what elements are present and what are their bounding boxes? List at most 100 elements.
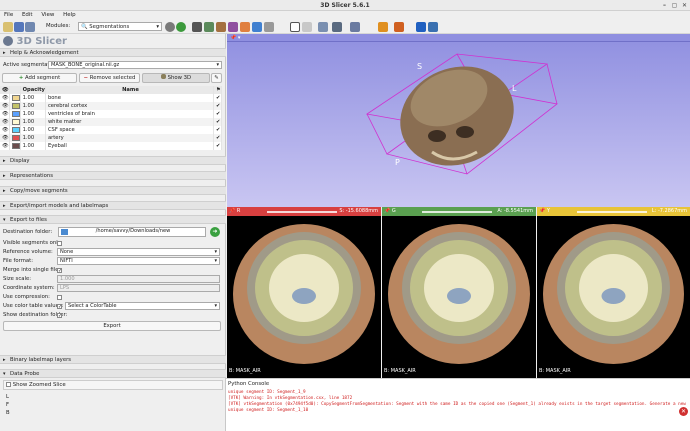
volumes-module-icon[interactable] (204, 22, 214, 32)
segment-row[interactable]: 👁 1.00 CSF space ✔ (0, 126, 222, 134)
reference-volume-select[interactable]: None ▾ (57, 248, 220, 256)
save-icon[interactable] (25, 22, 35, 32)
open-folder-arrow-icon[interactable]: ➜ (210, 227, 220, 237)
layout-icon[interactable] (318, 22, 328, 32)
segment-name[interactable]: bone (45, 94, 215, 102)
error-close-icon[interactable]: ✕ (679, 407, 688, 416)
segment-row[interactable]: 👁 1.00 white matter ✔ (0, 118, 222, 126)
slice-pin-icon[interactable]: 📌 (229, 208, 235, 214)
segment-row[interactable]: 👁 1.00 artery ✔ (0, 134, 222, 142)
edit-pencil-button[interactable]: ✎ (211, 73, 222, 83)
extensions-icon[interactable] (264, 22, 274, 32)
segment-row[interactable]: 👁 1.00 bone ✔ (0, 94, 222, 102)
next-module-icon[interactable] (176, 22, 186, 32)
export-files-section-header[interactable]: ▾ Export to files (0, 215, 226, 224)
eye-icon[interactable]: 👁 (0, 142, 10, 150)
add-data-icon[interactable] (14, 22, 24, 32)
display-section-header[interactable]: ▸ Display (0, 156, 226, 165)
segment-name[interactable]: Eyeball (45, 142, 215, 150)
segment-opacity[interactable]: 1.00 (20, 134, 46, 142)
eye-icon[interactable]: 👁 (0, 118, 10, 126)
python-icon[interactable] (428, 22, 438, 32)
merge-checkbox[interactable]: ✓ (57, 268, 62, 274)
export-import-section-header[interactable]: ▸ Export/import models and labelmaps (0, 201, 226, 210)
slice-controller-bar[interactable]: 📌 G A: -8.5541mm (382, 207, 536, 216)
color-swatch[interactable] (9, 110, 21, 118)
menu-edit[interactable]: Edit (22, 11, 33, 20)
export-button[interactable]: Export (3, 321, 221, 331)
crosshair-icon[interactable] (350, 22, 360, 32)
slice-view[interactable]: B: MASK_AIR (382, 216, 536, 378)
slice-slider[interactable] (577, 211, 647, 213)
segment-name[interactable]: cerebral cortex (45, 102, 215, 110)
destination-folder-field[interactable]: /home/savvy/Downloads/new (58, 227, 206, 237)
markup-place-icon[interactable] (394, 22, 404, 32)
eye-icon[interactable]: 👁 (0, 126, 10, 134)
representations-section-header[interactable]: ▸ Representations (0, 171, 226, 180)
segment-row[interactable]: 👁 1.00 cerebral cortex ✔ (0, 102, 222, 110)
markups-module-icon[interactable] (240, 22, 250, 32)
module-selector[interactable]: 🔍 Segmentations ▾ (78, 22, 162, 31)
color-swatch[interactable] (9, 142, 21, 150)
color-swatch[interactable] (9, 94, 21, 102)
menu-view[interactable]: View (41, 11, 54, 20)
help-section-header[interactable]: ▸ Help & Acknowledgement (0, 48, 226, 57)
binary-layers-section-header[interactable]: ▸ Binary labelmap layers (0, 355, 226, 364)
color-table-checkbox[interactable]: ✓ (57, 304, 62, 310)
3d-view[interactable]: 📌 ▾ S L P (227, 34, 690, 207)
segment-name[interactable]: CSF space (45, 126, 215, 134)
color-table-select[interactable]: Select a ColorTable ▾ (65, 302, 220, 310)
menu-help[interactable]: Help (63, 11, 76, 20)
data-probe-section-header[interactable]: ▾ Data Probe (0, 369, 226, 378)
coordinate-system-select[interactable]: LPS (57, 284, 220, 292)
load-data-icon[interactable] (3, 22, 13, 32)
slice-controller-bar[interactable]: 📌 Y L: -7.2867mm (537, 207, 690, 216)
data-module-icon[interactable] (192, 22, 202, 32)
history-back-icon[interactable] (165, 22, 175, 32)
segment-row[interactable]: 👁 1.00 ventricles of brain ✔ (0, 110, 222, 118)
segment-name[interactable]: artery (45, 134, 215, 142)
eye-icon[interactable]: 👁 (0, 94, 10, 102)
show-zoomed-checkbox[interactable] (6, 382, 11, 387)
view-options-icon[interactable] (332, 22, 342, 32)
models-module-icon[interactable] (216, 22, 226, 32)
segment-opacity[interactable]: 1.00 (20, 142, 46, 150)
transforms-module-icon[interactable] (228, 22, 238, 32)
slice-view[interactable]: B: MASK_AIR (537, 216, 690, 378)
minimize-icon[interactable]: – (660, 1, 669, 10)
eye-icon[interactable]: 👁 (0, 110, 10, 118)
slice-slider[interactable] (267, 211, 337, 213)
segment-opacity[interactable]: 1.00 (20, 102, 46, 110)
segment-row[interactable]: 👁 1.00 Eyeball ✔ (0, 142, 222, 150)
eye-icon[interactable]: 👁 (0, 134, 10, 142)
compression-checkbox[interactable] (57, 295, 62, 300)
eye-icon[interactable]: 👁 (0, 102, 10, 110)
file-format-select[interactable]: NIFTI ▾ (57, 257, 220, 265)
segment-opacity[interactable]: 1.00 (20, 126, 46, 134)
color-swatch[interactable] (9, 102, 21, 110)
add-segment-button[interactable]: + Add segment (2, 73, 77, 83)
visible-only-checkbox[interactable] (57, 241, 62, 246)
slice-controller-bar[interactable]: 📌 R S: -15.6088mm (227, 207, 381, 216)
slice-pin-icon[interactable]: 📌 (384, 208, 390, 214)
maximize-icon[interactable]: ▢ (670, 1, 679, 10)
fiducial-icon[interactable] (378, 22, 388, 32)
python-console[interactable]: Python Console unique segment ID: Segmen… (226, 378, 690, 431)
extension-manager-icon[interactable] (416, 22, 426, 32)
color-swatch[interactable] (9, 126, 21, 134)
copy-move-section-header[interactable]: ▸ Copy/move segments (0, 186, 226, 195)
show-3d-button[interactable]: Show 3D (142, 73, 210, 83)
slice-pin-icon[interactable]: 📌 (539, 208, 545, 214)
close-icon[interactable]: ✕ (680, 1, 689, 10)
slice-view[interactable]: B: MASK_AIR (227, 216, 381, 378)
segment-opacity[interactable]: 1.00 (20, 118, 46, 126)
show-destination-checkbox[interactable]: ✓ (57, 313, 62, 319)
color-swatch[interactable] (9, 134, 21, 142)
segment-name[interactable]: ventricles of brain (45, 110, 215, 118)
remove-selected-button[interactable]: − Remove selected (79, 73, 140, 83)
size-scale-field[interactable]: 1.000 (57, 275, 220, 283)
active-segmentation-select[interactable]: MASK_BONE_original.nii.gz ▾ (48, 61, 222, 69)
segment-name[interactable]: white matter (45, 118, 215, 126)
segment-editor-icon[interactable] (252, 22, 262, 32)
window-level-icon[interactable] (302, 22, 312, 32)
